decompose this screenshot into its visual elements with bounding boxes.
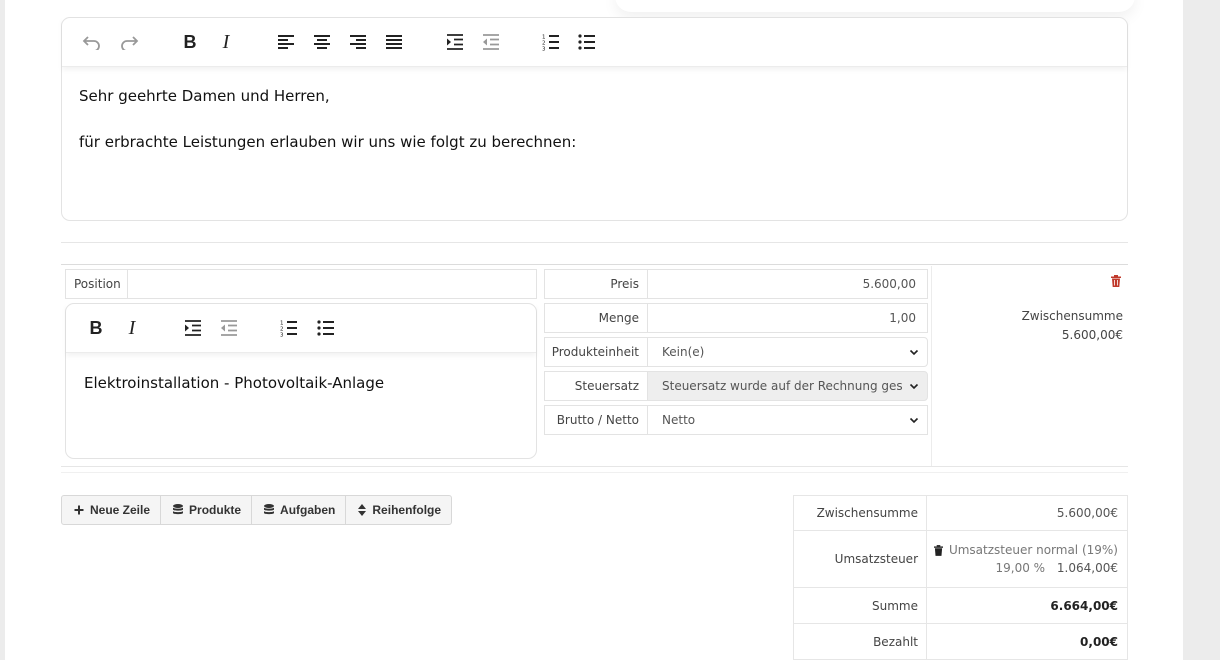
bold-icon[interactable]: B <box>175 18 205 66</box>
position-description-text: Elektroinstallation - Photovoltaik-Anlag… <box>84 374 385 392</box>
position-editor-toolbar: B I 123 <box>66 304 536 353</box>
totals-vat-name: Umsatzsteuer normal (19%) <box>948 543 1118 557</box>
totals-table: Zwischensumme 5.600,00€ Umsatzsteuer Ums… <box>793 495 1128 660</box>
bold-icon[interactable]: B <box>81 304 111 352</box>
bullet-list-icon[interactable] <box>572 18 602 66</box>
redo-icon[interactable] <box>114 18 144 66</box>
totals-row-sum: Summe 6.664,00€ <box>794 588 1127 624</box>
invoice-page: B I 123 Sehr geehrte Damen und Herren, f… <box>5 0 1183 660</box>
totals-row-vat: Umsatzsteuer Umsatzsteuer normal (19%) 1… <box>794 531 1127 588</box>
products-label: Produkte <box>189 503 242 517</box>
italic-icon[interactable]: I <box>211 18 241 66</box>
totals-sum-label: Summe <box>794 588 927 623</box>
position-subtotal-label: Zwischensumme <box>1021 309 1123 323</box>
intro-line-greeting: Sehr geehrte Damen und Herren, <box>79 87 330 105</box>
totals-subtotal-value: 5.600,00€ <box>1056 506 1118 520</box>
bullet-list-icon[interactable] <box>311 304 341 352</box>
position-subtotal-value: 5.600,00€ <box>1061 328 1123 342</box>
svg-text:3: 3 <box>280 333 284 338</box>
chevron-down-icon <box>909 417 919 424</box>
align-justify-icon[interactable] <box>379 18 409 66</box>
order-label: Reihenfolge <box>372 503 442 517</box>
position-top-border <box>61 264 1128 265</box>
totals-paid-label: Bezahlt <box>794 624 927 659</box>
align-center-icon[interactable] <box>307 18 337 66</box>
position-input[interactable] <box>127 269 537 299</box>
totals-vat-rate: 19,00 % <box>995 561 1046 575</box>
align-left-icon[interactable] <box>271 18 301 66</box>
intro-text-editor[interactable]: B I 123 Sehr geehrte Damen und Herren, f… <box>61 17 1128 221</box>
intro-editor-toolbar: B I 123 <box>62 18 1127 67</box>
preis-input[interactable]: 5.600,00 <box>647 269 928 299</box>
new-row-label: Neue Zeile <box>90 503 151 517</box>
indent-icon[interactable] <box>178 304 208 352</box>
plus-icon <box>74 505 84 515</box>
ordered-list-icon[interactable]: 123 <box>536 18 566 66</box>
svg-text:3: 3 <box>542 47 546 52</box>
produkteinheit-label: Produkteinheit <box>544 337 648 367</box>
brutto-netto-select[interactable]: Netto <box>647 405 928 435</box>
new-row-button[interactable]: Neue Zeile <box>62 496 162 524</box>
position-bottom-border-2 <box>61 472 1128 473</box>
delete-vat-icon[interactable] <box>933 544 943 556</box>
steuersatz-label: Steuersatz <box>544 371 648 401</box>
position-bottom-border <box>61 466 1128 467</box>
delete-position-icon[interactable] <box>1111 272 1121 291</box>
totals-row-paid: Bezahlt 0,00€ <box>794 624 1127 660</box>
totals-sum-value: 6.664,00€ <box>1050 598 1118 613</box>
brutto-netto-label: Brutto / Netto <box>544 405 648 435</box>
intro-line-text: für erbrachte Leistungen erlauben wir un… <box>79 133 577 151</box>
database-icon <box>173 504 184 516</box>
floating-panel-shadow <box>615 0 1135 12</box>
products-button[interactable]: Produkte <box>161 496 253 524</box>
position-label: Position <box>65 269 128 299</box>
totals-vat-label: Umsatzsteuer <box>794 531 927 587</box>
menge-label: Menge <box>544 303 648 333</box>
menge-input[interactable]: 1,00 <box>647 303 928 333</box>
totals-paid-value: 0,00€ <box>1080 634 1118 649</box>
preis-label: Preis <box>544 269 648 299</box>
steuersatz-value: Steuersatz wurde auf der Rechnung gesetz… <box>662 379 902 393</box>
order-button[interactable]: Reihenfolge <box>346 496 451 524</box>
tasks-label: Aufgaben <box>280 503 336 517</box>
outdent-icon[interactable] <box>214 304 244 352</box>
produkteinheit-value: Kein(e) <box>662 345 705 359</box>
sort-icon <box>358 504 367 516</box>
database-icon <box>264 504 275 516</box>
outdent-icon[interactable] <box>476 18 506 66</box>
chevron-down-icon <box>909 349 919 356</box>
chevron-down-icon <box>909 383 919 390</box>
position-description-editor[interactable]: B I 123 Elektroinstallation - Photovolta… <box>65 303 537 459</box>
brutto-netto-value: Netto <box>662 413 696 427</box>
tasks-button[interactable]: Aufgaben <box>252 496 347 524</box>
align-right-icon[interactable] <box>343 18 373 66</box>
undo-icon[interactable] <box>77 18 107 66</box>
totals-vat-amount: 1.064,00€ <box>1056 561 1118 575</box>
ordered-list-icon[interactable]: 123 <box>274 304 304 352</box>
steuersatz-select[interactable]: Steuersatz wurde auf der Rechnung gesetz… <box>647 371 928 401</box>
position-right-column-border <box>931 266 932 466</box>
totals-row-subtotal: Zwischensumme 5.600,00€ <box>794 496 1127 531</box>
position-actions-group: Neue Zeile Produkte Aufgaben Reihenfolge <box>61 495 453 525</box>
produkteinheit-select[interactable]: Kein(e) <box>647 337 928 367</box>
section-divider <box>61 242 1128 243</box>
indent-icon[interactable] <box>440 18 470 66</box>
totals-subtotal-label: Zwischensumme <box>794 496 927 530</box>
italic-icon[interactable]: I <box>117 304 147 352</box>
